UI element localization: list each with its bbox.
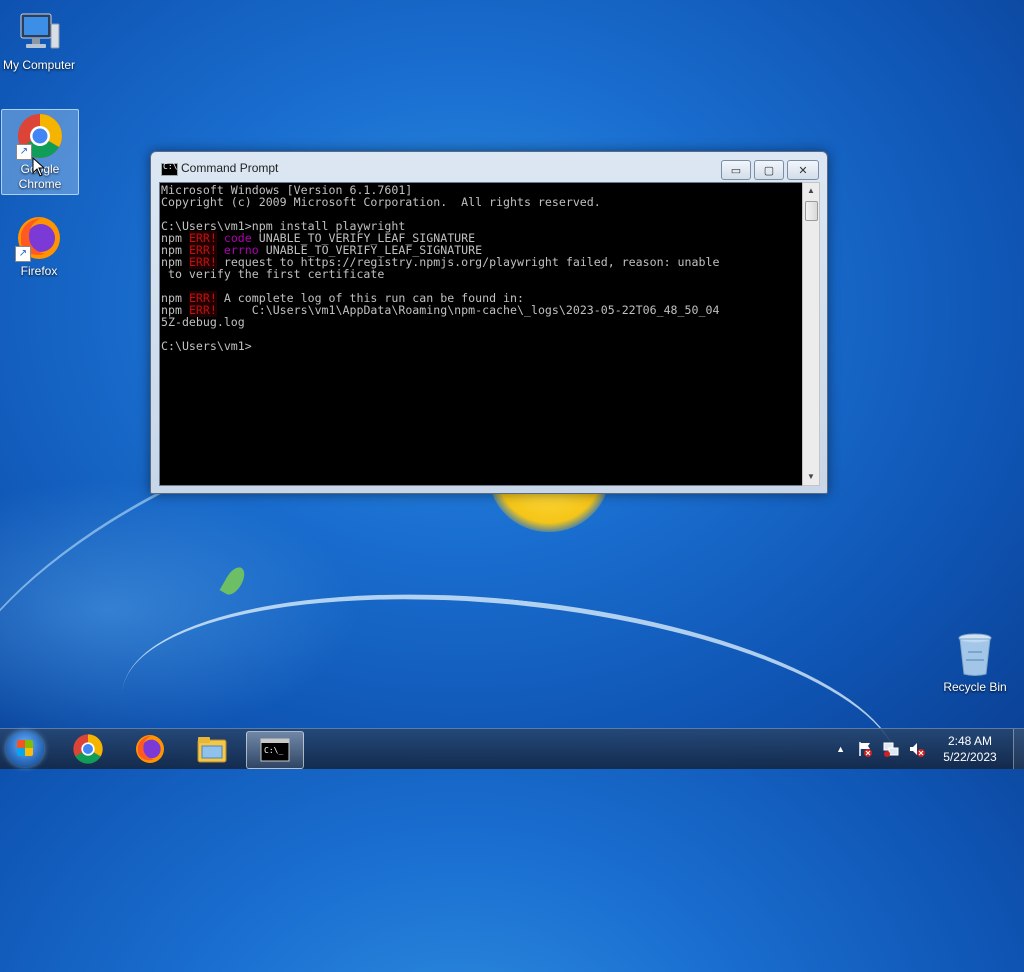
taskbar-clock[interactable]: 2:48 AM 5/22/2023 [935, 733, 1005, 765]
desktop-icon-label: Firefox [20, 264, 58, 278]
desktop-icon-firefox[interactable]: ↗ Firefox [1, 214, 77, 279]
console-text: C:\Users\vm1\AppData\Roaming\npm-cache\_… [216, 303, 720, 317]
file-explorer-icon [197, 737, 227, 763]
taskbar-file-explorer[interactable] [184, 731, 240, 767]
desktop-icon-my-computer[interactable]: My Computer [1, 8, 77, 73]
start-button[interactable] [6, 731, 44, 767]
show-hidden-icons-button[interactable]: ▲ [836, 744, 845, 754]
action-center-icon[interactable] [857, 741, 873, 757]
console-prompt: C:\Users\vm1> [161, 339, 252, 353]
desktop-icon-google-chrome[interactable]: ↗ Google Chrome [1, 109, 79, 195]
scrollbar-thumb[interactable] [805, 201, 818, 221]
system-tray: ▲ 2:48 AM 5/22/2023 [836, 729, 1024, 769]
firefox-icon [136, 735, 164, 763]
desktop-icon-label: Recycle Bin [943, 680, 1007, 694]
shortcut-arrow-icon: ↗ [15, 246, 31, 262]
maximize-button[interactable]: ▢ [754, 160, 784, 180]
chrome-icon: ↗ [16, 112, 64, 160]
console-text: 5Z-debug.log [161, 315, 245, 329]
vertical-scrollbar[interactable]: ▲ ▼ [802, 182, 820, 486]
firefox-icon: ↗ [15, 214, 63, 262]
taskbar-chrome[interactable] [60, 731, 116, 767]
desktop-icon-label-line2: Chrome [18, 177, 62, 191]
scroll-up-arrow-icon[interactable]: ▲ [803, 183, 819, 199]
close-button[interactable]: ✕ [787, 160, 819, 180]
taskbar-command-prompt[interactable]: C:\_ [246, 731, 304, 769]
svg-text:C:\_: C:\_ [264, 746, 283, 755]
console-output[interactable]: Microsoft Windows [Version 6.1.7601] Cop… [159, 182, 803, 486]
minimize-button[interactable]: ▭ [721, 160, 751, 180]
scroll-down-arrow-icon[interactable]: ▼ [803, 469, 819, 485]
desktop-icon-recycle-bin[interactable]: Recycle Bin [937, 630, 1013, 695]
clock-date: 5/22/2023 [943, 750, 997, 764]
show-desktop-button[interactable] [1013, 729, 1024, 769]
computer-icon [15, 8, 63, 56]
chrome-icon [73, 734, 103, 764]
clock-time: 2:48 AM [947, 734, 993, 748]
command-prompt-window[interactable]: C:\ Command Prompt ▭ ▢ ✕ Microsoft Windo… [150, 151, 828, 494]
shortcut-arrow-icon: ↗ [16, 144, 32, 160]
command-prompt-icon: C:\_ [260, 738, 290, 762]
mouse-cursor-icon [32, 157, 46, 177]
volume-muted-icon[interactable] [909, 741, 925, 757]
taskbar: C:\_ ▲ 2:48 AM 5/22/2023 [0, 728, 1024, 769]
console-text: to verify the first certificate [161, 267, 385, 281]
window-title: Command Prompt [181, 161, 279, 175]
windows-logo-icon [17, 740, 33, 756]
network-icon[interactable] [883, 741, 899, 757]
desktop-icon-label: My Computer [2, 58, 76, 72]
recycle-bin-icon [951, 630, 999, 678]
console-line: Copyright (c) 2009 Microsoft Corporation… [161, 195, 601, 209]
taskbar-firefox[interactable] [122, 731, 178, 767]
command-prompt-title-icon: C:\ [161, 162, 178, 176]
window-titlebar[interactable]: C:\ Command Prompt ▭ ▢ ✕ [151, 152, 827, 182]
